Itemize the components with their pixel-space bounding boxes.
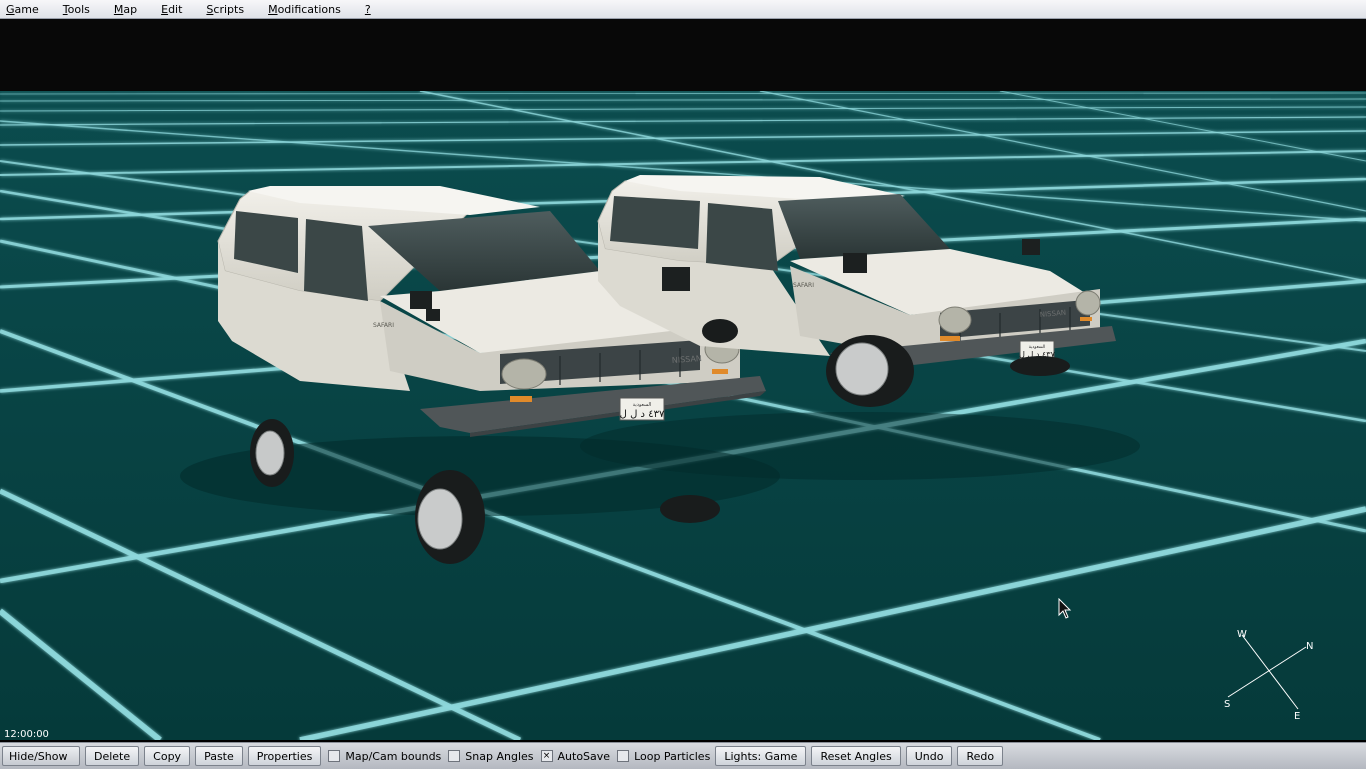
model-badge-1: SAFARI (373, 322, 394, 329)
scene-3d[interactable]: السعودية ٤٣٧ د ل ل NISSAN SAFARI السعودي… (0, 91, 1366, 740)
menu-tools[interactable]: Tools (63, 3, 90, 16)
menu-game[interactable]: Game (6, 3, 39, 16)
menu-scripts[interactable]: Scripts (206, 3, 244, 16)
mouse-cursor-icon (1058, 598, 1072, 619)
map-cam-bounds-box[interactable] (328, 750, 341, 762)
loop-particles-box[interactable] (617, 750, 630, 762)
copy-button[interactable]: Copy (144, 746, 191, 766)
hide-show-button[interactable]: Hide/Show (2, 746, 80, 766)
snap-angles-label: Snap Angles (465, 749, 534, 763)
paste-button[interactable]: Paste (195, 746, 243, 766)
delete-button[interactable]: Delete (85, 746, 140, 766)
model-badge-2: SAFARI (793, 282, 814, 289)
redo-button[interactable]: Redo (957, 746, 1004, 766)
autosave-box[interactable]: × (540, 750, 553, 762)
undo-button[interactable]: Undo (905, 746, 953, 766)
editor-viewport[interactable]: السعودية ٤٣٧ د ل ل NISSAN SAFARI السعودي… (0, 91, 1366, 740)
autosave-label: AutoSave (557, 749, 611, 763)
game-time-readout: 12:00:00 (4, 729, 49, 740)
menu-map[interactable]: Map (114, 3, 137, 16)
map-cam-bounds-label: Map/Cam bounds (345, 749, 442, 763)
reset-angles-button[interactable]: Reset Angles (811, 746, 901, 766)
plate-top-text-1: السعودية (633, 402, 652, 408)
snap-angles-checkbox[interactable]: Snap Angles (448, 749, 534, 763)
autosave-checkbox[interactable]: × AutoSave (540, 749, 611, 763)
map-cam-bounds-checkbox[interactable]: Map/Cam bounds (328, 750, 441, 763)
menu-modifications[interactable]: Modifications (268, 3, 341, 16)
editor-toolbar: Hide/Show Delete Copy Paste Properties M… (0, 742, 1366, 769)
lights-button[interactable]: Lights: Game (715, 746, 807, 766)
loop-particles-checkbox[interactable]: Loop Particles (617, 750, 710, 763)
menu-edit[interactable]: Edit (161, 3, 182, 16)
menu-bar: Game Tools Map Edit Scripts Modification… (0, 0, 1366, 19)
compass-n: N (1306, 641, 1313, 652)
compass-w: W (1237, 629, 1247, 640)
compass-s: S (1224, 699, 1230, 710)
snap-angles-box[interactable] (448, 750, 461, 762)
plate-text-1: ٤٣٧ د ل ل (620, 409, 665, 420)
properties-button[interactable]: Properties (247, 746, 322, 766)
loop-particles-label: Loop Particles (634, 749, 711, 763)
compass-icon: W N S E (1224, 629, 1313, 722)
menu-help[interactable]: ? (365, 3, 371, 16)
compass-e: E (1294, 711, 1300, 722)
sky-band (0, 19, 1366, 91)
